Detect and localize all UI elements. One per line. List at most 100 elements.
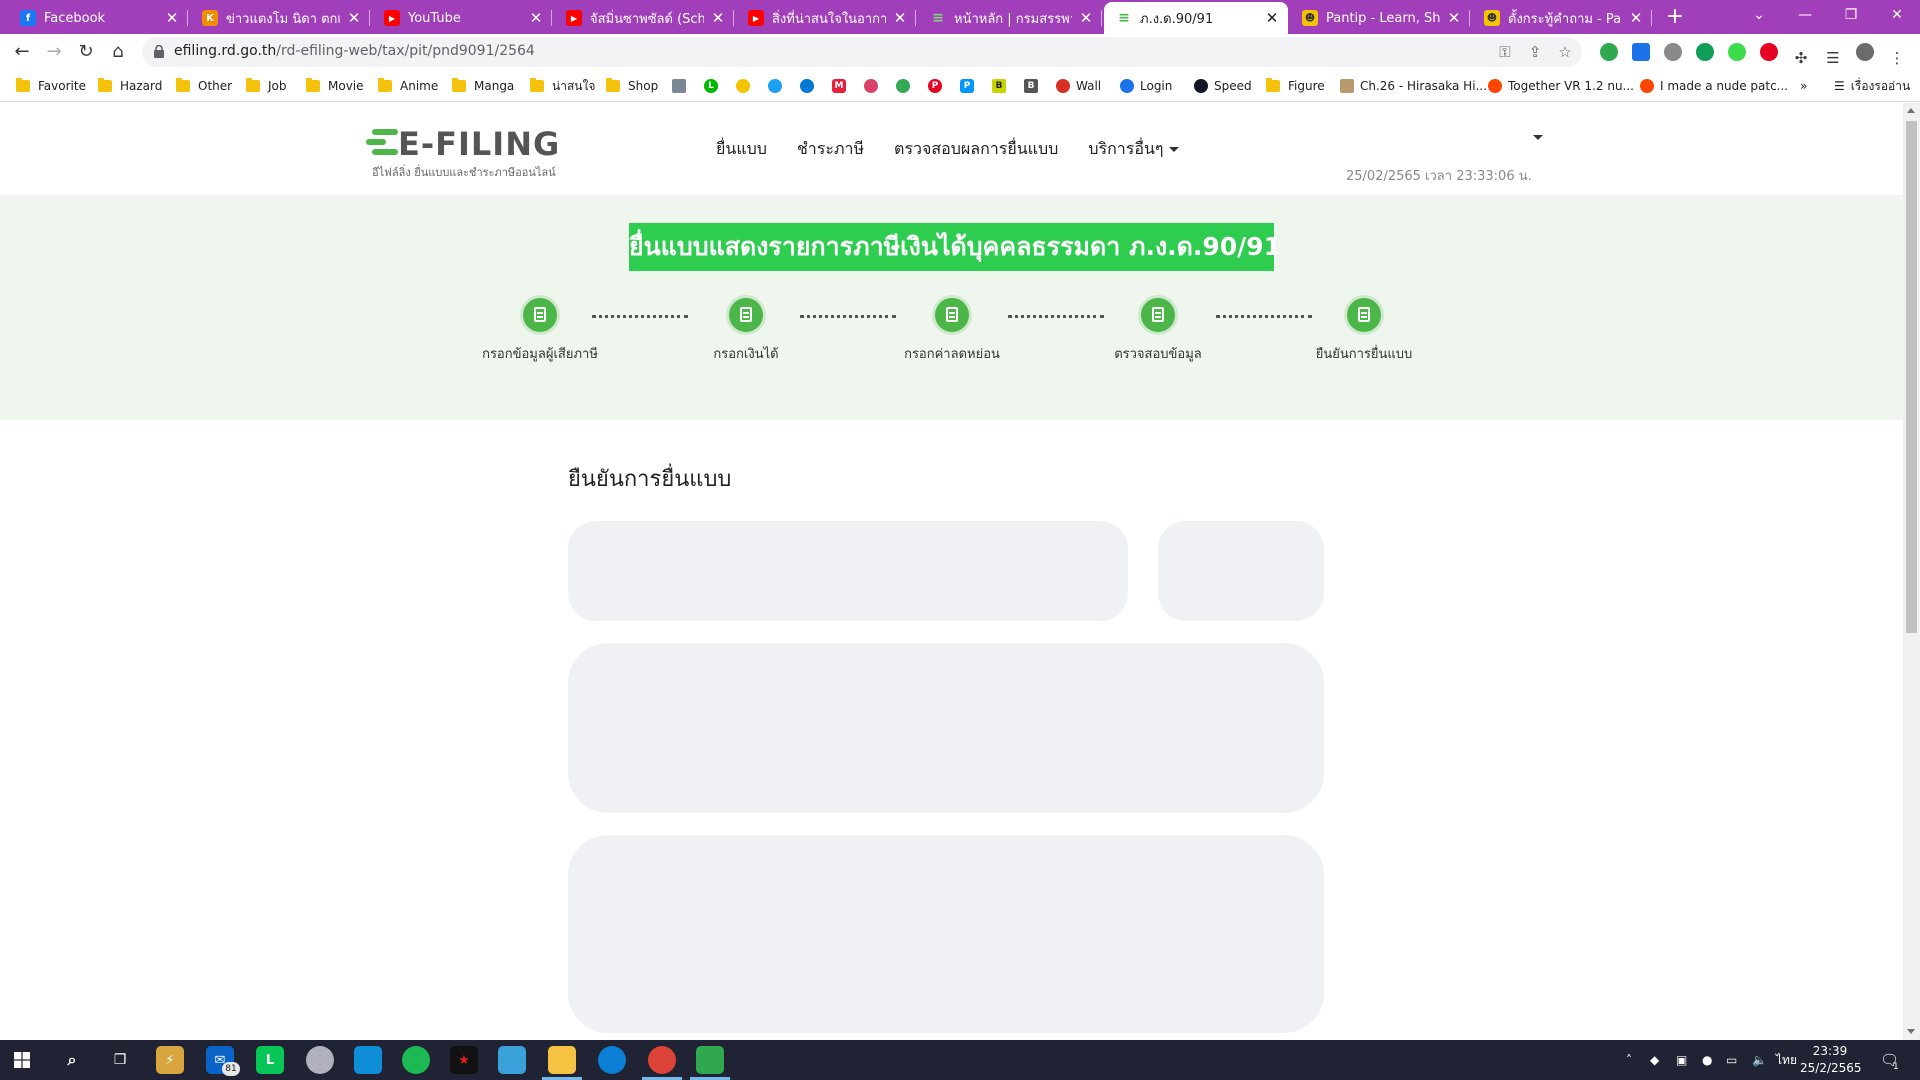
line-icon[interactable]: L	[256, 1046, 284, 1074]
tab-pantip[interactable]: ☻ Pantip - Learn, Share & ✕	[1290, 2, 1470, 34]
spotify-icon[interactable]	[402, 1046, 430, 1074]
reading-list-icon[interactable]: ☰	[1824, 49, 1842, 67]
menu-other-services[interactable]: บริการอื่นๆ	[1088, 137, 1180, 162]
more-menu-icon[interactable]: ⋮	[1888, 49, 1906, 67]
bookmark-site[interactable]: Together VR 1.2 nu...	[1488, 77, 1634, 95]
input-language[interactable]: ไทย	[1776, 1040, 1797, 1080]
bookmark-folder[interactable]: Favorite	[16, 77, 86, 95]
home-icon[interactable]: ⌂	[104, 38, 132, 66]
forward-icon[interactable]: →	[40, 38, 68, 66]
tab-search-button[interactable]: ⌄	[1736, 0, 1782, 30]
bookmark-wall[interactable]: Wall	[1056, 77, 1101, 95]
bookmark-folder[interactable]: Other	[176, 77, 232, 95]
tab-youtube[interactable]: ▶ YouTube ✕	[372, 2, 552, 34]
extension-icon[interactable]	[1728, 43, 1746, 61]
bookmark-folder[interactable]: Movie	[306, 77, 364, 95]
app-icon[interactable]: ★	[450, 1046, 478, 1074]
back-icon[interactable]: ←	[8, 38, 36, 66]
scroll-down-icon[interactable]	[1907, 1029, 1915, 1034]
close-window-button[interactable]: ✕	[1874, 0, 1920, 30]
bookmark-site[interactable]: B	[992, 77, 1012, 95]
key-icon[interactable]: ⚿	[1496, 43, 1514, 61]
bookmark-login[interactable]: Login	[1120, 77, 1172, 95]
messenger-icon[interactable]	[354, 1046, 382, 1074]
extension-icon[interactable]	[1632, 43, 1650, 61]
bookmark-site[interactable]	[768, 77, 788, 95]
tray-app-icon[interactable]: ●	[1702, 1040, 1712, 1080]
bookmark-folder[interactable]: Figure	[1266, 77, 1325, 95]
menu-pay-tax[interactable]: ชำระภาษี	[797, 137, 864, 162]
restore-button[interactable]: ❐	[1828, 0, 1874, 30]
menu-check-status[interactable]: ตรวจสอบผลการยื่นแบบ	[894, 137, 1058, 162]
tray-app-icon[interactable]: ◆	[1650, 1040, 1659, 1080]
notepad-icon[interactable]	[498, 1046, 526, 1074]
bookmark-folder[interactable]: Shop	[606, 77, 658, 95]
bookmark-folder[interactable]: Job	[246, 77, 287, 95]
close-icon[interactable]: ✕	[892, 9, 908, 27]
close-icon[interactable]: ✕	[1446, 9, 1462, 27]
close-icon[interactable]: ✕	[1264, 9, 1280, 27]
url-text[interactable]: efiling.rd.go.th/rd-efiling-web/tax/pit/…	[174, 43, 535, 59]
lock-icon[interactable]	[154, 45, 164, 58]
search-icon[interactable]: ⌕	[58, 1046, 86, 1074]
close-icon[interactable]: ✕	[528, 9, 544, 27]
bookmark-speed[interactable]: Speed	[1194, 77, 1252, 95]
extension-icon[interactable]	[1696, 43, 1714, 61]
reload-icon[interactable]: ↻	[72, 38, 100, 66]
bookmark-site[interactable]: Ch.26 - Hirasaka Hi...	[1340, 77, 1487, 95]
bookmark-site[interactable]: P	[928, 77, 948, 95]
app-icon[interactable]	[306, 1046, 334, 1074]
address-bar[interactable]: efiling.rd.go.th/rd-efiling-web/tax/pit/…	[142, 37, 1582, 67]
page-scrollbar[interactable]	[1903, 103, 1920, 1040]
close-icon[interactable]: ✕	[1078, 9, 1094, 27]
close-icon[interactable]: ✕	[164, 9, 180, 27]
puzzle-icon[interactable]: ✣	[1792, 49, 1810, 67]
close-icon[interactable]: ✕	[710, 9, 726, 27]
share-icon[interactable]: ⇪	[1526, 43, 1544, 61]
scroll-thumb[interactable]	[1906, 121, 1917, 633]
bookmark-site[interactable]: M	[832, 77, 852, 95]
system-clock[interactable]: 23:39 25/2/2565	[1800, 1043, 1862, 1077]
notifications-icon[interactable]: 🗨	[1880, 1040, 1899, 1080]
bookmarks-more-button[interactable]: »	[1800, 77, 1807, 95]
app-icon[interactable]	[696, 1046, 724, 1074]
pinterest-icon[interactable]	[1760, 43, 1778, 61]
task-view-icon[interactable]: ❐	[106, 1046, 134, 1074]
file-explorer-icon[interactable]	[548, 1046, 576, 1074]
bookmark-star-icon[interactable]: ☆	[1556, 43, 1574, 61]
edge-icon[interactable]	[598, 1046, 626, 1074]
bookmark-site[interactable]	[864, 77, 884, 95]
bookmark-site[interactable]: B	[1024, 77, 1044, 95]
tab-news[interactable]: K ข่าวแตงโม นิดา ตกเรือ ล่าสุด ✕	[190, 2, 370, 34]
tab-rd-home[interactable]: ≡ หน้าหลัก | กรมสรรพากร ✕	[918, 2, 1102, 34]
extension-icon[interactable]	[1664, 43, 1682, 61]
network-icon[interactable]: ▭	[1726, 1040, 1737, 1080]
avatar[interactable]	[1856, 43, 1874, 61]
close-icon[interactable]: ✕	[346, 9, 362, 27]
tray-app-icon[interactable]: ▣	[1676, 1040, 1687, 1080]
tab-youtube-video-1[interactable]: ▶ จัสมิ่นซาพซัลด์ (Schwarz ✕	[554, 2, 734, 34]
bookmark-folder[interactable]: Manga	[452, 77, 514, 95]
bookmark-site[interactable]	[896, 77, 916, 95]
bookmark-site[interactable]: L	[704, 77, 724, 95]
tab-pnd9091[interactable]: ≡ ภ.ง.ด.90/91 ✕	[1104, 2, 1288, 34]
bookmark-site[interactable]	[672, 77, 692, 95]
tab-facebook[interactable]: f Facebook ✕	[8, 2, 188, 34]
bookmark-folder[interactable]: Anime	[378, 77, 438, 95]
extension-icon[interactable]	[1600, 43, 1618, 61]
scroll-up-icon[interactable]	[1907, 108, 1915, 113]
reading-list-button[interactable]: ☰ เรื่องรออ่าน	[1834, 77, 1910, 95]
chrome-icon[interactable]	[648, 1046, 676, 1074]
bookmark-folder[interactable]: น่าสนใจ	[530, 77, 595, 95]
app-icon[interactable]: ⚡	[156, 1046, 184, 1074]
user-menu-chevron-down-icon[interactable]	[1533, 135, 1543, 140]
minimize-button[interactable]: —	[1782, 0, 1828, 30]
windows-start-icon[interactable]	[14, 1052, 30, 1068]
tab-pantip-question[interactable]: ☻ ตั้งกระทู้คำถาม - Pantip ✕	[1472, 2, 1652, 34]
new-tab-button[interactable]: +	[1662, 4, 1688, 30]
menu-file-return[interactable]: ยื่นแบบ	[716, 137, 767, 162]
tray-overflow-icon[interactable]: ˄	[1626, 1040, 1632, 1080]
close-icon[interactable]: ✕	[1628, 9, 1644, 27]
volume-icon[interactable]: 🔈	[1752, 1040, 1767, 1080]
bookmark-site[interactable]: P	[960, 77, 980, 95]
